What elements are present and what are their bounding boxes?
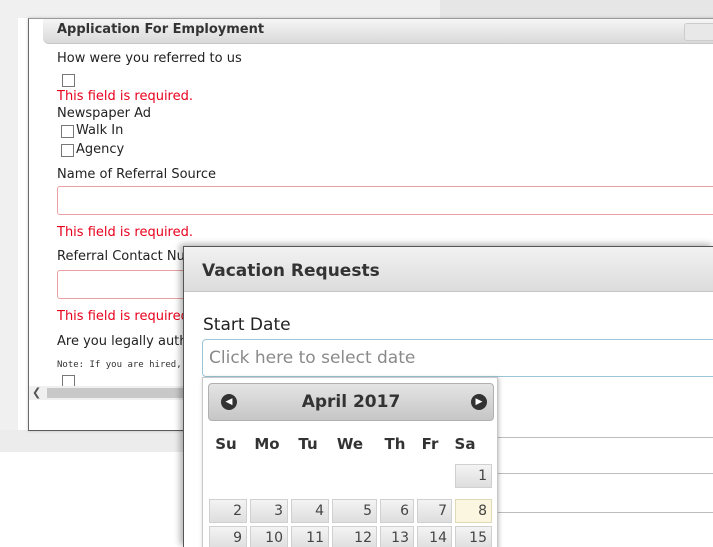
- weekday-friday: Fr: [421, 435, 439, 453]
- datepicker-month-label: April 2017: [301, 392, 401, 412]
- option-newspaper-ad[interactable]: Newspaper Ad: [57, 106, 151, 121]
- day-cell[interactable]: 13: [380, 526, 414, 547]
- background-below: [0, 430, 200, 452]
- application-title: Application For Employment: [57, 22, 265, 37]
- day-cell[interactable]: 3: [250, 499, 288, 523]
- start-date-input[interactable]: [203, 340, 713, 376]
- day-cell[interactable]: 1: [455, 464, 492, 488]
- checkbox-agency[interactable]: [61, 144, 74, 157]
- day-cell[interactable]: 12: [332, 526, 377, 547]
- referral-source-label: Name of Referral Source: [57, 167, 216, 182]
- weekday-thursday: Th: [384, 435, 406, 453]
- day-cell-today[interactable]: 8: [455, 499, 492, 523]
- datepicker-header: ◀ April 2017 ▶: [208, 383, 494, 421]
- header-button[interactable]: [684, 23, 713, 41]
- weekday-monday: Mo: [254, 435, 280, 453]
- application-header: Application For Employment: [43, 19, 713, 44]
- scroll-left-icon[interactable]: ❮: [32, 386, 41, 399]
- datepicker: ◀ April 2017 ▶ Su Mo Tu We Th Fr Sa 1 2 …: [202, 377, 498, 547]
- day-cell[interactable]: 5: [332, 499, 377, 523]
- weekday-sunday: Su: [215, 435, 237, 453]
- referral-source-error: This field is required.: [57, 225, 193, 240]
- day-cell[interactable]: 4: [291, 499, 329, 523]
- day-cell[interactable]: 6: [380, 499, 414, 523]
- weekday-wednesday: We: [336, 435, 364, 453]
- weekday-tuesday: Tu: [298, 435, 318, 453]
- day-cell[interactable]: 15: [455, 526, 492, 547]
- day-cell[interactable]: 14: [417, 526, 452, 547]
- divider-line: [496, 512, 713, 513]
- start-date-field[interactable]: [202, 339, 713, 377]
- referral-checkbox[interactable]: [62, 74, 75, 87]
- checkbox-walk-in[interactable]: [61, 125, 74, 138]
- next-circle-icon[interactable]: ▶: [471, 394, 487, 410]
- divider-line: [496, 473, 713, 474]
- day-cell[interactable]: 9: [209, 526, 247, 547]
- vacation-title: Vacation Requests: [202, 261, 380, 281]
- day-cell[interactable]: 11: [291, 526, 329, 547]
- vacation-header: Vacation Requests: [184, 247, 713, 292]
- referral-source-input[interactable]: [57, 186, 713, 215]
- start-date-label: Start Date: [203, 315, 291, 335]
- option-agency-label: Agency: [76, 142, 125, 157]
- divider-line: [496, 437, 713, 438]
- day-cell[interactable]: 10: [250, 526, 288, 547]
- day-cell[interactable]: 7: [417, 499, 452, 523]
- weekday-saturday: Sa: [454, 435, 476, 453]
- referred-question: How were you referred to us: [57, 51, 242, 66]
- referral-required-error: This field is required.: [57, 89, 193, 104]
- vacation-requests-window: Vacation Requests Start Date ◀ April 201…: [183, 246, 713, 547]
- day-cell[interactable]: 2: [209, 499, 247, 523]
- option-walk-in-label: Walk In: [76, 123, 124, 138]
- referral-contact-error: This field is required.: [57, 309, 193, 324]
- background-left: [0, 0, 18, 450]
